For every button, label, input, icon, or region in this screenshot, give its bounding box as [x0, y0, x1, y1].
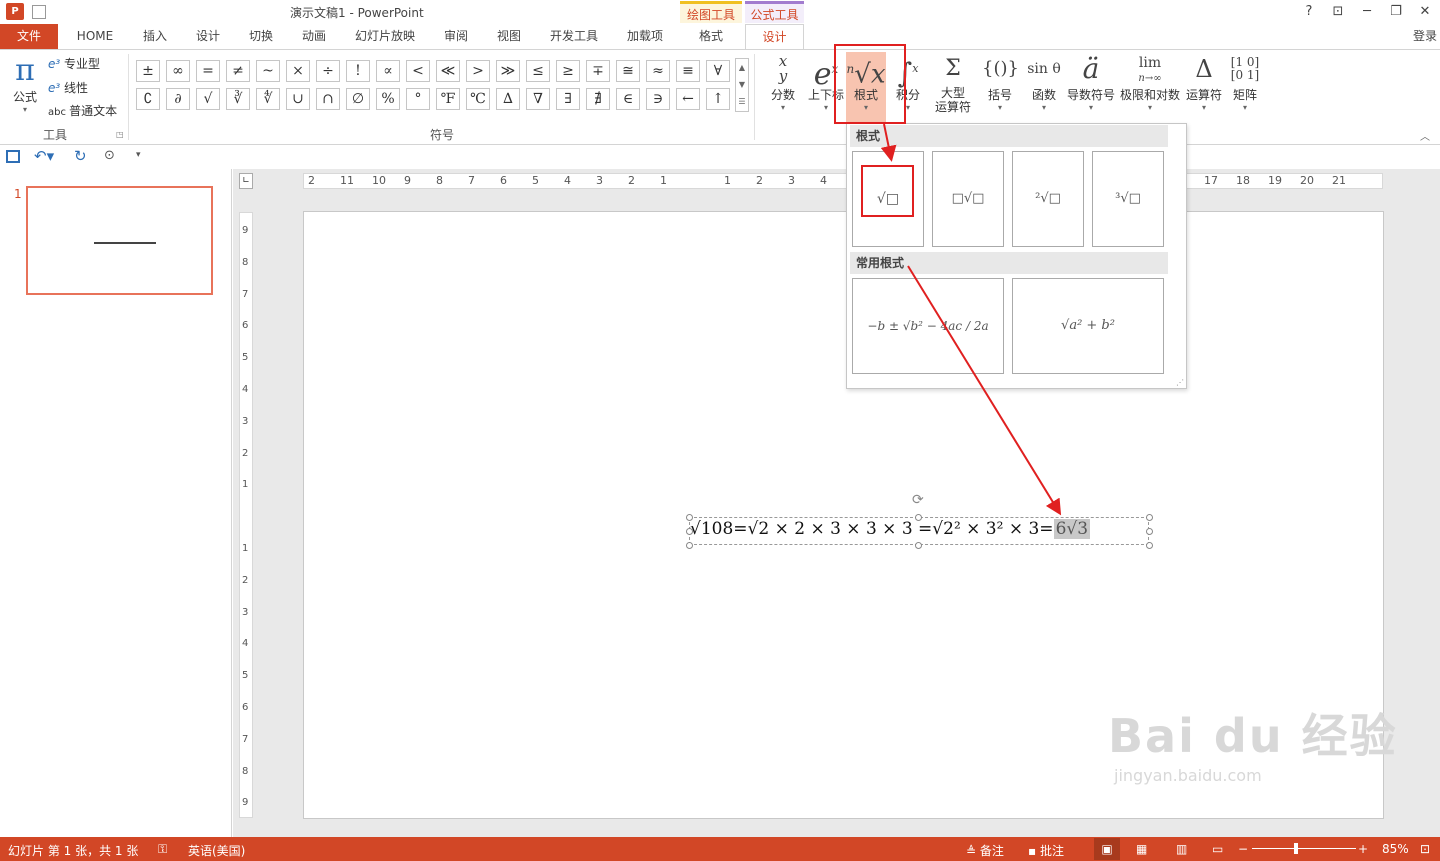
notes-icon: ≜	[966, 844, 980, 858]
baidu-watermark: Bai du 经验 jingyan.baidu.com	[1108, 700, 1398, 785]
slide-count-status: 幻灯片 第 1 张，共 1 张	[8, 844, 139, 858]
notes-button[interactable]: ≜ 备注	[966, 842, 1004, 859]
watermark-brand: Bai du 经验	[1108, 709, 1398, 763]
comments-label: 批注	[1039, 844, 1064, 858]
zoom-slider-thumb[interactable]	[1294, 843, 1298, 854]
notes-label: 备注	[979, 844, 1004, 858]
watermark-url: jingyan.baidu.com	[1114, 766, 1262, 785]
zoom-in-icon[interactable]: +	[1358, 842, 1368, 856]
fit-slide-icon[interactable]: ⊡	[1420, 842, 1430, 856]
language-status[interactable]: 英语(美国)	[188, 842, 245, 859]
zoom-out-icon[interactable]: −	[1238, 842, 1248, 856]
comment-icon: ▪	[1028, 844, 1040, 858]
reading-view-icon[interactable]: ▥	[1176, 842, 1187, 856]
slide-sorter-icon[interactable]: ▦	[1136, 842, 1147, 856]
annotation-arrow-1	[880, 123, 897, 162]
zoom-level[interactable]: 85%	[1382, 842, 1409, 856]
zoom-slider[interactable]	[1252, 848, 1356, 849]
annotation-arrow-2	[907, 265, 1062, 516]
spellcheck-icon[interactable]: ⚿	[158, 842, 167, 857]
normal-view-icon[interactable]: ▣	[1094, 838, 1120, 860]
slideshow-view-icon[interactable]: ▭	[1212, 842, 1223, 856]
comments-button[interactable]: ▪ 批注	[1028, 842, 1064, 859]
